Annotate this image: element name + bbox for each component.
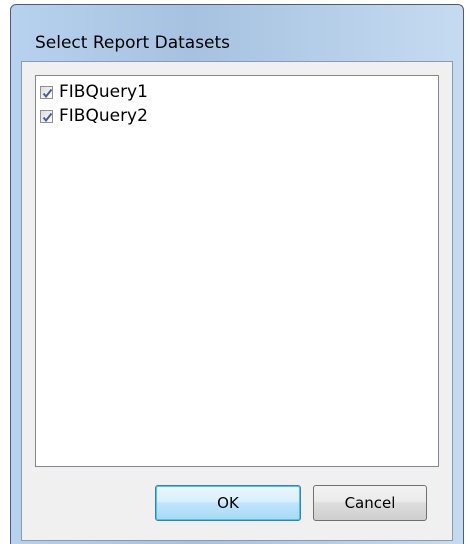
dialog-title: Select Report Datasets	[35, 33, 231, 53]
dataset-item-fibquery1[interactable]: FIBQuery1	[40, 80, 148, 104]
dataset-label: FIBQuery1	[59, 82, 148, 102]
checkmark-icon	[42, 112, 53, 122]
ok-button[interactable]: OK	[155, 485, 301, 521]
cancel-button[interactable]: Cancel	[313, 485, 427, 521]
dialog-title-bar[interactable]: Select Report Datasets	[11, 5, 463, 61]
dataset-label: FIBQuery2	[59, 106, 148, 126]
checkmark-icon	[42, 88, 53, 98]
datasets-checklist[interactable]: FIBQuery1 FIBQuery2	[35, 75, 439, 467]
dataset-item-fibquery2[interactable]: FIBQuery2	[40, 104, 148, 128]
select-report-datasets-dialog: Select Report Datasets FIBQuery1 FIBQuer…	[10, 4, 464, 544]
dataset-checkbox-fibquery2[interactable]	[40, 109, 53, 123]
dialog-client-area: FIBQuery1 FIBQuery2 OK Cancel	[21, 61, 453, 541]
dataset-checkbox-fibquery1[interactable]	[40, 85, 53, 99]
